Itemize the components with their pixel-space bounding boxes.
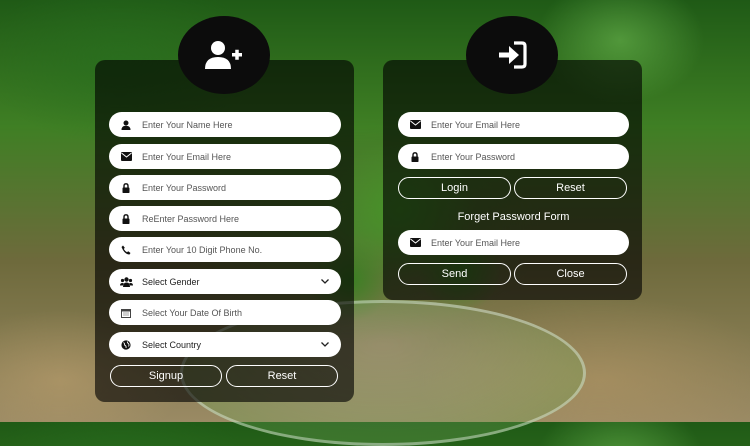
signup-reset-button[interactable]: Reset [226,365,338,387]
calendar-icon [118,308,134,318]
user-icon [118,120,134,130]
email-input[interactable] [142,151,341,162]
sign-in-icon [497,41,527,69]
name-field[interactable] [109,112,341,137]
gender-select[interactable]: Select Gender [109,269,341,294]
password-field[interactable] [109,175,341,200]
send-button[interactable]: Send [398,263,511,285]
users-icon [118,276,134,287]
close-button[interactable]: Close [514,263,627,285]
dob-field[interactable] [109,300,341,325]
phone-field[interactable] [109,237,341,262]
forget-password-title: Forget Password Form [457,211,570,223]
chevron-down-icon[interactable] [321,279,329,284]
envelope-icon [407,120,423,129]
lock-icon [407,151,423,162]
reenter-password-input[interactable] [142,213,341,224]
lock-icon [118,182,134,193]
lock-icon [118,213,134,224]
globe-icon [118,339,134,350]
login-header [466,16,558,94]
password-input[interactable] [142,182,341,193]
login-password-input[interactable] [431,151,629,162]
envelope-icon [407,238,423,247]
login-reset-button[interactable]: Reset [514,177,627,199]
forget-email-input[interactable] [431,237,629,248]
dob-input[interactable] [142,307,341,318]
country-select-value: Select Country [142,339,202,350]
country-select[interactable]: Select Country [109,332,341,357]
add-user-icon [204,39,244,71]
login-email-input[interactable] [431,119,629,130]
gender-select-value: Select Gender [142,276,200,287]
forget-email-field[interactable] [398,230,629,255]
phone-icon [118,245,134,255]
signup-header [178,16,270,94]
reenter-password-field[interactable] [109,206,341,231]
email-field[interactable] [109,144,341,169]
phone-input[interactable] [142,244,341,255]
login-password-field[interactable] [398,144,629,169]
signup-button[interactable]: Signup [110,365,222,387]
name-input[interactable] [142,119,341,130]
login-email-field[interactable] [398,112,629,137]
login-button[interactable]: Login [398,177,511,199]
envelope-icon [118,152,134,161]
chevron-down-icon[interactable] [321,342,329,347]
